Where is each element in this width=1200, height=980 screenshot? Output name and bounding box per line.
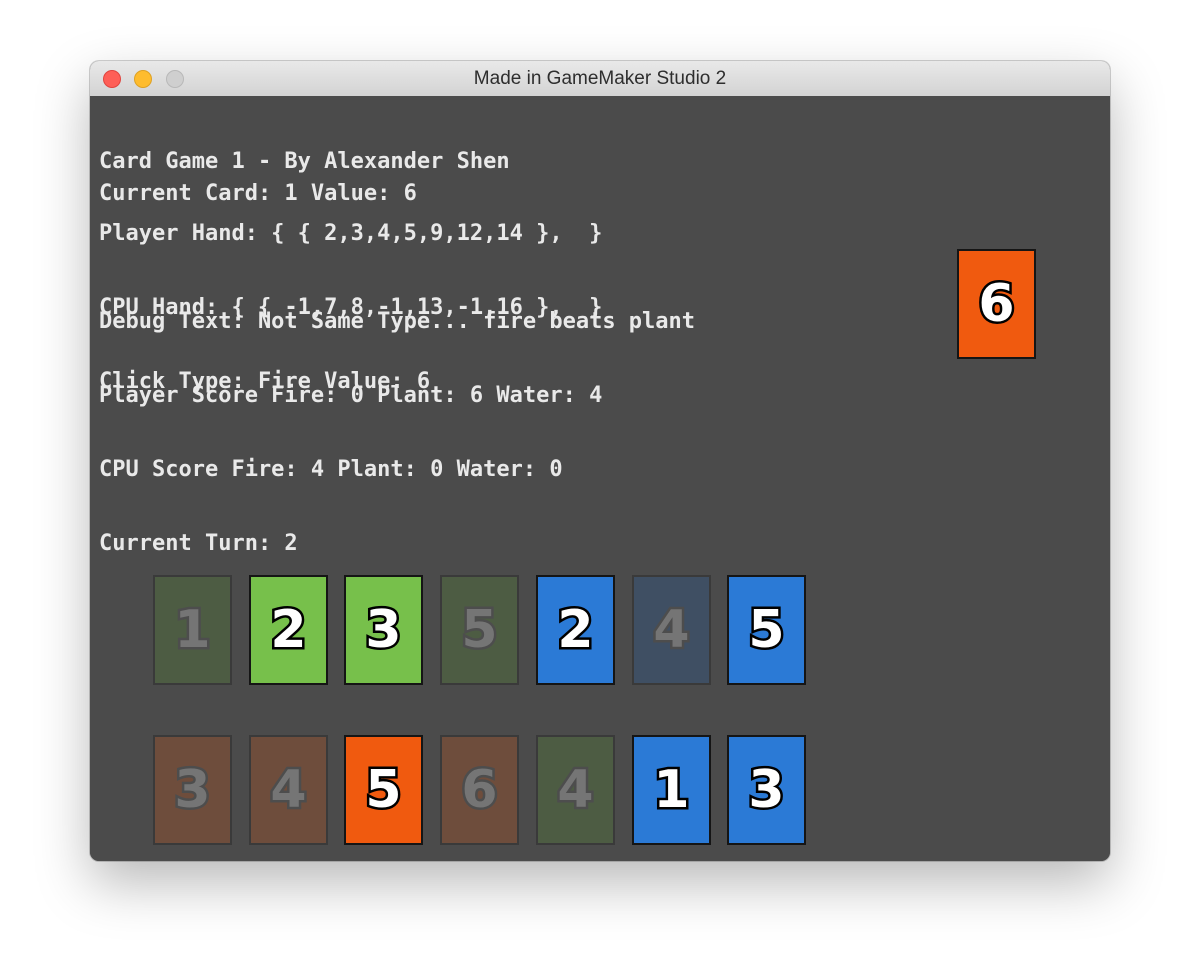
card-value-label: 4 bbox=[651, 600, 692, 661]
card-value-label: 5 bbox=[363, 760, 404, 821]
player-card-fire[interactable]: 3 bbox=[153, 735, 232, 845]
player-card-water[interactable]: 5 bbox=[727, 575, 806, 685]
card-value-label: 2 bbox=[268, 600, 309, 661]
played-card[interactable]: 6 bbox=[957, 249, 1036, 359]
card-value-label: 2 bbox=[555, 600, 596, 661]
player-card-plant[interactable]: 4 bbox=[536, 735, 615, 845]
player-card-fire[interactable]: 6 bbox=[440, 735, 519, 845]
player-card-plant[interactable]: 2 bbox=[249, 575, 328, 685]
player-card-fire[interactable]: 4 bbox=[249, 735, 328, 845]
card-value-label: 1 bbox=[172, 600, 213, 661]
card-value-label: 4 bbox=[555, 760, 596, 821]
card-value-label: 4 bbox=[268, 760, 309, 821]
card-value-label: 6 bbox=[459, 760, 500, 821]
card-value-label: 5 bbox=[746, 600, 787, 661]
player-score-text: Player Score Fire: 0 Plant: 6 Water: 4 bbox=[99, 383, 603, 408]
game-canvas[interactable]: Card Game 1 - By Alexander Shen Current … bbox=[90, 96, 1110, 861]
player-hand-text: Player Hand: { { 2,3,4,5,9,12,14 }, } bbox=[99, 221, 603, 246]
cpu-score-text: CPU Score Fire: 4 Plant: 0 Water: 0 bbox=[99, 457, 563, 482]
player-card-water[interactable]: 3 bbox=[727, 735, 806, 845]
card-value-label: 3 bbox=[363, 600, 404, 661]
player-card-water[interactable]: 4 bbox=[632, 575, 711, 685]
card-value-label: 6 bbox=[976, 274, 1017, 335]
current-turn-text: Current Turn: 2 bbox=[99, 531, 298, 556]
player-card-water[interactable]: 2 bbox=[536, 575, 615, 685]
card-value-label: 1 bbox=[651, 760, 692, 821]
window-titlebar[interactable]: Made in GameMaker Studio 2 bbox=[90, 61, 1110, 97]
card-value-label: 3 bbox=[172, 760, 213, 821]
window-title: Made in GameMaker Studio 2 bbox=[473, 68, 727, 89]
player-card-fire[interactable]: 5 bbox=[344, 735, 423, 845]
player-card-plant[interactable]: 5 bbox=[440, 575, 519, 685]
player-card-water[interactable]: 1 bbox=[632, 735, 711, 845]
player-card-plant[interactable]: 3 bbox=[344, 575, 423, 685]
card-value-label: 5 bbox=[459, 600, 500, 661]
game-window: Made in GameMaker Studio 2 Card Game 1 -… bbox=[90, 61, 1110, 861]
card-value-label: 3 bbox=[746, 760, 787, 821]
debug-text: Debug Text: Not Same Type... fire beats … bbox=[99, 309, 696, 334]
hud-block-scores: Debug Text: Not Same Type... fire beats … bbox=[99, 260, 695, 606]
player-card-plant[interactable]: 1 bbox=[153, 575, 232, 685]
